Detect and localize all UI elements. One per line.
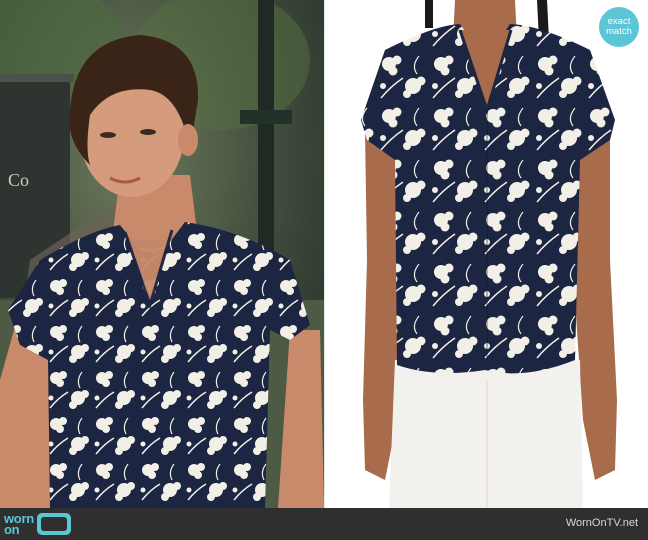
footer-bar: worn on WornOnTV.net <box>0 508 648 540</box>
tv-still-photo: Co <box>0 0 324 508</box>
product-photo <box>325 0 648 508</box>
exact-match-badge: exact match <box>599 7 639 47</box>
logo-text: worn on <box>4 512 34 536</box>
product-scene <box>325 0 648 508</box>
tv-still-scene: Co <box>0 0 324 508</box>
badge-line2: match <box>606 26 632 37</box>
sign-text: Co <box>8 170 29 190</box>
site-url[interactable]: WornOnTV.net <box>566 517 638 529</box>
tv-icon <box>36 513 71 535</box>
wornontv-logo[interactable]: worn on <box>4 512 71 536</box>
